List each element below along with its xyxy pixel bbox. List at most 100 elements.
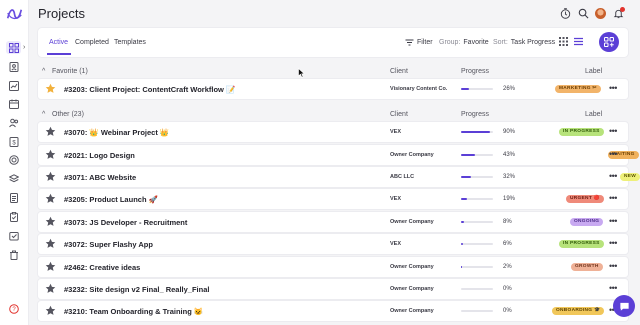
more-icon[interactable]: •••	[609, 261, 617, 271]
table-row[interactable]: #2021: Logo Design Owner Company 43% WAI…	[38, 145, 639, 305]
table-row[interactable]: #3205: Product Launch 🚀 VEX 19% URGENT 🔴…	[38, 189, 628, 209]
project-name[interactable]: #3073: JS Developer - Recruitment	[64, 218, 187, 227]
project-name[interactable]: #2462: Creative ideas	[64, 263, 140, 272]
search-icon[interactable]	[578, 8, 589, 19]
table-row[interactable]: #3072: Super Flashy App VEX 6% IN PROGRE…	[38, 234, 628, 254]
project-name[interactable]: #3071: ABC Website	[64, 173, 136, 182]
client-name: Owner Company	[390, 286, 434, 292]
sidebar-item-reports[interactable]	[6, 79, 21, 92]
calendar-icon	[8, 99, 19, 109]
star-icon[interactable]	[45, 83, 56, 94]
table-row[interactable]: #3071: ABC Website ABC LLC 32% NEW •••	[38, 167, 640, 187]
status-badge[interactable]: IN PROGRESS	[559, 240, 604, 248]
project-name[interactable]: #3070: 👑 Webinar Project 👑	[64, 128, 169, 137]
status-badge[interactable]: IN PROGRESS	[559, 128, 604, 136]
table-row[interactable]: #3203: Client Project: ContentCraft Work…	[38, 79, 628, 99]
table-row[interactable]: #2462: Creative ideas Owner Company 2% G…	[38, 257, 628, 277]
project-name[interactable]: #3203: Client Project: ContentCraft Work…	[64, 85, 235, 94]
sidebar-item-invoices[interactable]: $	[6, 135, 21, 148]
more-icon[interactable]: •••	[609, 283, 617, 293]
table-row[interactable]: #3070: 👑 Webinar Project 👑 VEX 90% IN PR…	[38, 122, 628, 142]
progress-percent: 8%	[503, 219, 512, 225]
progress-fill	[461, 154, 475, 156]
chat-icon	[619, 302, 629, 311]
status-badge[interactable]: MARKETING ✂	[555, 85, 601, 93]
more-icon[interactable]: •••	[609, 171, 617, 181]
status-badge[interactable]: NEW	[620, 173, 640, 181]
grid-view-icon[interactable]	[559, 37, 568, 46]
status-badge[interactable]: ONBOARDING 🎓	[552, 307, 605, 315]
table-row[interactable]: #3232: Site design v2 Final_ Really_Fina…	[38, 279, 628, 299]
filter-button[interactable]: Filter	[405, 39, 433, 46]
sidebar-item-help[interactable]: ?	[6, 302, 21, 315]
logo-icon[interactable]	[6, 6, 23, 22]
group-header-other[interactable]: ^ Other (23) Client Progress Label	[38, 109, 628, 121]
progress-bar	[461, 221, 493, 223]
chat-button[interactable]	[613, 295, 635, 317]
progress-fill	[461, 243, 463, 245]
add-project-button[interactable]	[599, 32, 619, 52]
tab-active[interactable]: Active	[49, 39, 68, 46]
sidebar-item-trash[interactable]	[6, 248, 21, 261]
client-name: Owner Company	[390, 219, 434, 225]
target-icon	[8, 154, 19, 165]
sidebar-item-inbox[interactable]	[6, 229, 21, 242]
avatar[interactable]	[595, 8, 606, 19]
star-icon[interactable]	[45, 283, 56, 294]
sidebar-item-team[interactable]	[6, 116, 21, 129]
star-icon[interactable]	[45, 216, 56, 227]
sidebar-item-layers[interactable]	[6, 172, 21, 185]
more-icon[interactable]: •••	[609, 216, 617, 226]
progress-bar	[461, 288, 493, 290]
star-icon[interactable]	[45, 305, 56, 316]
project-name[interactable]: #3072: Super Flashy App	[64, 240, 153, 249]
more-icon[interactable]: •••	[609, 238, 617, 248]
sidebar-item-projects[interactable]	[6, 41, 21, 54]
progress-fill	[461, 221, 464, 223]
group-key: Group:	[439, 39, 461, 46]
project-name[interactable]: #3232: Site design v2 Final_ Really_Fina…	[64, 285, 209, 294]
table-row[interactable]: #3073: JS Developer - Recruitment Owner …	[38, 212, 628, 232]
more-icon[interactable]: •••	[609, 83, 617, 93]
inbox-check-icon	[8, 231, 19, 240]
star-icon[interactable]	[45, 126, 56, 137]
progress-bar	[461, 198, 493, 200]
progress-fill	[461, 266, 462, 268]
sidebar-item-documents[interactable]	[6, 191, 21, 204]
timer-icon[interactable]	[560, 8, 571, 19]
contact-card-icon	[9, 61, 18, 72]
sort-selector[interactable]: Sort: Task Progress	[493, 39, 555, 46]
project-name[interactable]: #3210: Team Onboarding & Training 😺	[64, 307, 203, 316]
status-badge[interactable]: URGENT 🔴	[566, 195, 604, 203]
progress-percent: 19%	[503, 196, 516, 202]
sidebar-item-contacts[interactable]	[6, 60, 21, 73]
group-header-favorite[interactable]: ^ Favorite (1) Client Progress Label	[38, 66, 628, 78]
project-name[interactable]: #2021: Logo Design	[64, 151, 135, 160]
progress-percent: 2%	[503, 264, 512, 270]
sidebar-item-goals[interactable]	[6, 153, 21, 166]
star-icon[interactable]	[45, 193, 56, 204]
status-badge[interactable]: ONGOING	[570, 218, 604, 226]
star-icon[interactable]	[45, 261, 56, 272]
more-icon[interactable]: •••	[609, 126, 617, 136]
star-icon[interactable]	[45, 171, 56, 182]
column-client: Client	[390, 111, 408, 118]
status-badge[interactable]: GROWTH	[571, 263, 603, 271]
sidebar-item-calendar[interactable]	[6, 97, 21, 110]
users-icon	[8, 118, 18, 127]
list-view-icon[interactable]	[574, 37, 583, 46]
progress-bar	[461, 243, 493, 245]
table-row[interactable]: #3210: Team Onboarding & Training 😺 Owne…	[38, 301, 628, 321]
group-selector[interactable]: Group: Favorite	[439, 39, 489, 46]
column-label: Label	[585, 111, 603, 118]
sidebar-expand-icon[interactable]: ›	[23, 44, 29, 52]
help-icon: ?	[8, 303, 19, 314]
more-icon[interactable]: •••	[609, 193, 617, 203]
tab-completed[interactable]: Completed	[75, 39, 109, 46]
tab-templates[interactable]: Templates	[114, 39, 146, 46]
project-name[interactable]: #3205: Product Launch 🚀	[64, 195, 158, 204]
sidebar-item-tasks[interactable]	[6, 210, 21, 223]
star-icon[interactable]	[45, 238, 56, 249]
star-icon[interactable]	[45, 149, 56, 160]
more-icon[interactable]: •••	[609, 149, 617, 159]
